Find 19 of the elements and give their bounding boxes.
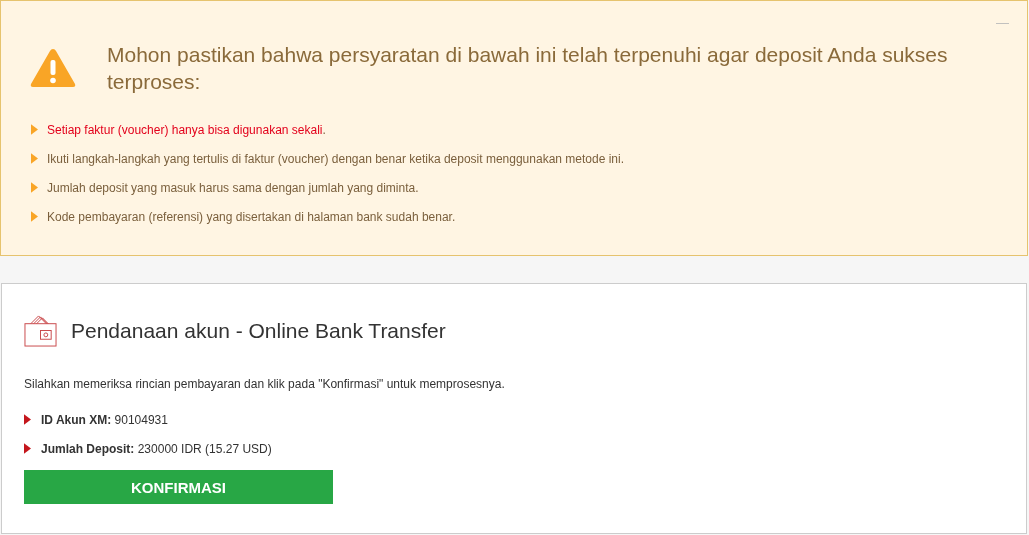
- requirement-text: Jumlah deposit yang masuk harus sama dengan jumlah yang diminta.: [47, 180, 419, 195]
- bullet-icon: [24, 443, 31, 454]
- warning-icon: [29, 47, 77, 89]
- detail-text: ID Akun XM: 90104931: [41, 412, 168, 427]
- notice-title: Mohon pastikan bahwa persyaratan di bawah ini telah terpenuhi agar deposit Anda sukses terproses:: [107, 42, 949, 95]
- instruction-text: Silahkan memeriksa rincian pembayaran dan klik pada "Konfirmasi" untuk memprosesnya.: [24, 377, 506, 391]
- wallet-icon: [24, 314, 57, 347]
- bullet-icon: [31, 182, 38, 193]
- requirement-text: Kode pembayaran (referensi) yang disertakan di halaman bank sudah benar.: [47, 209, 456, 224]
- card-title: Pendanaan akun - Online Bank Transfer: [71, 318, 446, 343]
- requirement-text: Setiap faktur (voucher) hanya bisa digunakan sekali.: [47, 122, 326, 137]
- requirement-text: Ikuti langkah-langkah yang tertulis di faktur (voucher) dengan benar ketika deposit menggunakan metode ini.: [47, 151, 625, 166]
- minimize-button[interactable]: —: [996, 15, 1009, 30]
- bullet-icon: [31, 211, 38, 222]
- bullet-icon: [31, 153, 38, 164]
- bullet-icon: [24, 414, 31, 425]
- confirm-button[interactable]: KONFIRMASI: [24, 470, 333, 504]
- detail-text: Jumlah Deposit: 230000 IDR (15.27 USD): [41, 441, 272, 456]
- bullet-icon: [31, 124, 38, 135]
